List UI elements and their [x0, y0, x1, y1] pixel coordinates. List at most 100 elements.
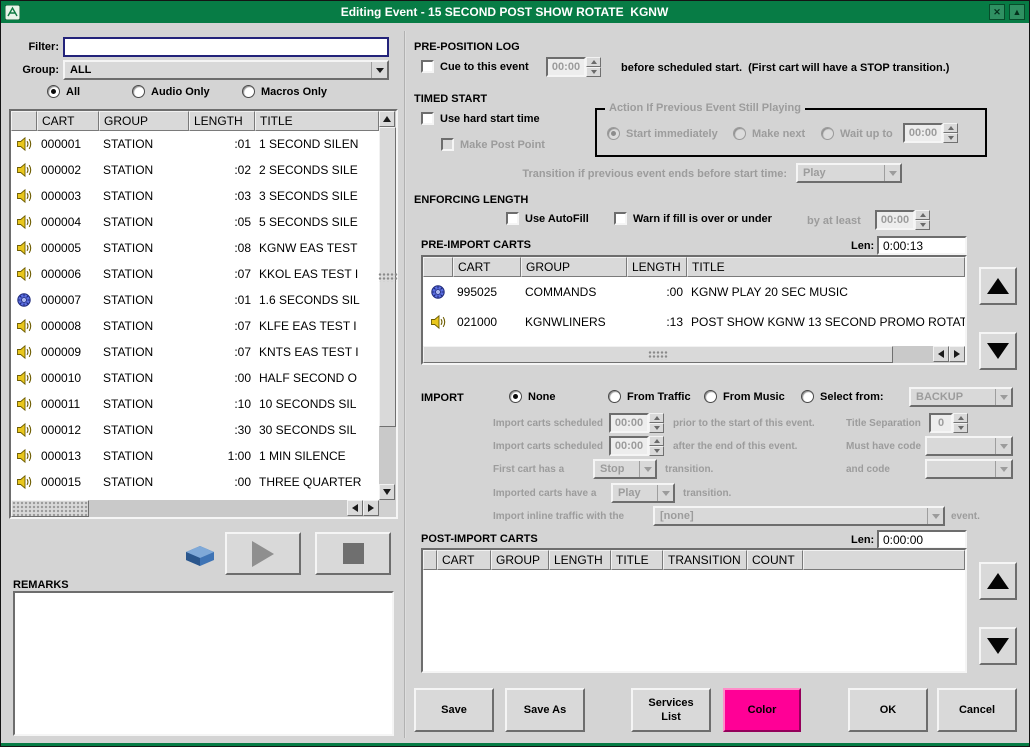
- col-group[interactable]: GROUP: [99, 111, 189, 131]
- col-cart[interactable]: CART: [453, 257, 521, 277]
- col-length[interactable]: LENGTH: [189, 111, 255, 131]
- spin-arrows[interactable]: [953, 413, 968, 433]
- make-next-radio[interactable]: Make next: [733, 127, 805, 140]
- pre-import-move-up-button[interactable]: [979, 267, 1017, 305]
- cue-offset-spinbox[interactable]: 00:00: [546, 57, 601, 77]
- table-row[interactable]: 021000KGNWLINERS:13POST SHOW KGNW 13 SEC…: [423, 307, 965, 337]
- col-cart[interactable]: CART: [437, 550, 491, 570]
- import-from-music-radio[interactable]: From Music: [704, 390, 785, 403]
- warn-threshold-spinbox[interactable]: 00:00: [875, 210, 930, 230]
- table-row[interactable]: 000003STATION:033 SECONDS SILE: [11, 183, 379, 209]
- scroll-track[interactable]: [379, 427, 396, 484]
- col-length[interactable]: LENGTH: [549, 550, 611, 570]
- spin-arrows[interactable]: [943, 123, 958, 143]
- import-select-from-radio[interactable]: Select from:: [801, 390, 884, 403]
- table-row[interactable]: 000006STATION:07KKOL EAS TEST I: [11, 261, 379, 287]
- table-row[interactable]: 995025COMMANDS:00KGNW PLAY 20 SEC MUSIC: [423, 277, 965, 307]
- scroll-track[interactable]: [893, 346, 933, 363]
- table-row[interactable]: 000012STATION:3030 SECONDS SIL: [11, 417, 379, 443]
- col-group[interactable]: GROUP: [521, 257, 627, 277]
- imported-transition-combobox[interactable]: Play: [611, 483, 675, 503]
- table-row[interactable]: 000010STATION:00HALF SECOND O: [11, 365, 379, 391]
- table-row[interactable]: 000015STATION:00THREE QUARTER: [11, 469, 379, 495]
- titlebar[interactable]: Editing Event - 15 SECOND POST SHOW ROTA…: [1, 1, 1029, 23]
- start-immediately-radio[interactable]: Start immediately: [607, 127, 718, 140]
- col-transition[interactable]: TRANSITION: [663, 550, 747, 570]
- spin-arrows[interactable]: [586, 57, 601, 77]
- filter-radio-all[interactable]: All: [47, 85, 80, 98]
- table-row[interactable]: 000001STATION:011 SECOND SILEN: [11, 131, 379, 157]
- post-import-move-up-button[interactable]: [979, 562, 1017, 600]
- table-row[interactable]: 000011STATION:1010 SECONDS SIL: [11, 391, 379, 417]
- col-icon[interactable]: [423, 550, 437, 570]
- table-row[interactable]: 000007STATION:011.6 SECONDS SIL: [11, 287, 379, 313]
- stop-button[interactable]: [315, 532, 391, 575]
- must-have-code-combobox[interactable]: [925, 436, 1013, 456]
- transition-combobox[interactable]: Play: [796, 163, 902, 183]
- library-hscrollbar[interactable]: [11, 500, 379, 517]
- group-combobox[interactable]: ALL: [63, 60, 389, 80]
- services-list-button[interactable]: Services List: [631, 688, 711, 732]
- scroll-thumb[interactable]: [11, 500, 89, 517]
- spin-arrows[interactable]: [649, 436, 664, 456]
- save-as-button[interactable]: Save As: [505, 688, 585, 732]
- ok-button[interactable]: OK: [848, 688, 928, 732]
- color-button[interactable]: Color: [723, 688, 801, 732]
- scroll-thumb[interactable]: [379, 127, 396, 427]
- scroll-right-icon[interactable]: [363, 500, 379, 516]
- table-row[interactable]: 000004STATION:055 SECONDS SILE: [11, 209, 379, 235]
- pre-import-move-down-button[interactable]: [979, 332, 1017, 370]
- scroll-right-icon[interactable]: [949, 346, 965, 362]
- first-cart-transition-combobox[interactable]: Stop: [593, 459, 657, 479]
- scroll-left-icon[interactable]: [933, 346, 949, 362]
- save-button[interactable]: Save: [414, 688, 494, 732]
- title-separation-spinbox[interactable]: 0: [929, 413, 968, 433]
- filter-radio-audio-only[interactable]: Audio Only: [132, 85, 210, 98]
- shade-icon[interactable]: ▲: [1009, 4, 1025, 20]
- col-count[interactable]: COUNT: [747, 550, 803, 570]
- col-group[interactable]: GROUP: [491, 550, 549, 570]
- table-row[interactable]: 000013STATION1:001 MIN SILENCE: [11, 443, 379, 469]
- table-row[interactable]: 000009STATION:07KNTS EAS TEST I: [11, 339, 379, 365]
- post-import-move-down-button[interactable]: [979, 627, 1017, 665]
- col-title[interactable]: TITLE: [687, 257, 965, 277]
- col-cart[interactable]: CART: [37, 111, 99, 131]
- inline-traffic-combobox[interactable]: [none]: [653, 506, 945, 526]
- table-row[interactable]: 000008STATION:07KLFE EAS TEST I: [11, 313, 379, 339]
- filter-input[interactable]: [63, 37, 389, 57]
- hard-start-checkbox[interactable]: Use hard start time: [421, 112, 540, 125]
- import-none-radio[interactable]: None: [509, 390, 556, 403]
- pre-import-hscrollbar[interactable]: [423, 346, 965, 363]
- col-icon[interactable]: [11, 111, 37, 131]
- spin-arrows[interactable]: [649, 413, 664, 433]
- sched-prior-spinbox[interactable]: 00:00: [609, 413, 664, 433]
- col-length[interactable]: LENGTH: [627, 257, 687, 277]
- col-title[interactable]: TITLE: [255, 111, 379, 131]
- scroll-track[interactable]: [89, 500, 347, 517]
- import-from-traffic-radio[interactable]: From Traffic: [608, 390, 691, 403]
- play-button[interactable]: [225, 532, 301, 575]
- table-row[interactable]: 000002STATION:022 SECONDS SILE: [11, 157, 379, 183]
- scroll-thumb[interactable]: [423, 346, 893, 363]
- close-icon[interactable]: ✕: [989, 4, 1005, 20]
- wait-time-spinbox[interactable]: 00:00: [903, 123, 958, 143]
- spin-arrows[interactable]: [915, 210, 930, 230]
- wait-up-to-radio[interactable]: Wait up to: [821, 127, 893, 140]
- select-from-combobox[interactable]: BACKUP: [909, 387, 1013, 407]
- scroll-up-icon[interactable]: [379, 111, 395, 127]
- post-point-checkbox[interactable]: Make Post Point: [441, 138, 545, 151]
- cue-to-event-checkbox[interactable]: Cue to this event: [421, 60, 529, 73]
- col-icon[interactable]: [423, 257, 453, 277]
- remarks-textarea[interactable]: [13, 591, 394, 736]
- sched-after-spinbox[interactable]: 00:00: [609, 436, 664, 456]
- table-row[interactable]: 000005STATION:08KGNW EAS TEST: [11, 235, 379, 261]
- library-vscrollbar[interactable]: [379, 111, 396, 500]
- use-autofill-checkbox[interactable]: Use AutoFill: [506, 212, 589, 225]
- filter-radio-macros-only[interactable]: Macros Only: [242, 85, 327, 98]
- col-title[interactable]: TITLE: [611, 550, 663, 570]
- cancel-button[interactable]: Cancel: [937, 688, 1017, 732]
- scroll-left-icon[interactable]: [347, 500, 363, 516]
- warn-fill-checkbox[interactable]: Warn if fill is over or under: [614, 212, 772, 225]
- and-code-combobox[interactable]: [925, 459, 1013, 479]
- scroll-down-icon[interactable]: [379, 484, 395, 500]
